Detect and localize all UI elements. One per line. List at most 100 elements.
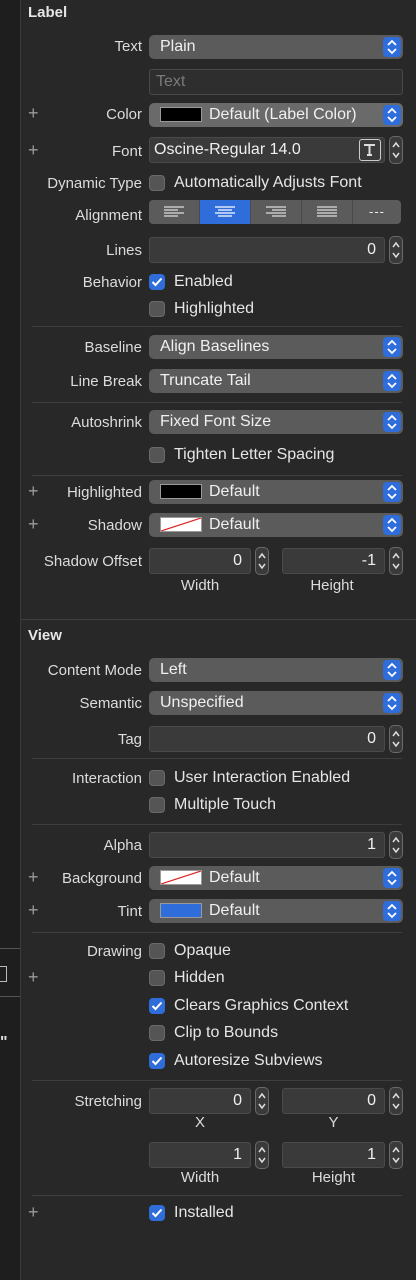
lines-stepper[interactable] xyxy=(389,236,403,264)
stretching-height-value: 1 xyxy=(367,1146,376,1163)
dynamic-type-label: Dynamic Type xyxy=(47,175,142,192)
font-label: Font xyxy=(111,143,142,160)
line-break-popup[interactable]: Truncate Tail xyxy=(149,369,403,393)
divider xyxy=(0,996,20,997)
shadow-offset-height-stepper[interactable] xyxy=(389,547,403,575)
autoresize-checkbox[interactable] xyxy=(149,1053,165,1069)
baseline-popup[interactable]: Align Baselines xyxy=(149,335,403,359)
alignment-segmented-control[interactable]: --- xyxy=(149,200,401,224)
shadow-offset-height-value: -1 xyxy=(361,552,376,569)
color-popup[interactable]: Default (Label Color) xyxy=(149,103,403,127)
font-field[interactable]: Oscine-Regular 14.0 xyxy=(149,137,385,163)
align-justified-segment[interactable] xyxy=(302,200,353,224)
lines-field[interactable]: 0 xyxy=(149,237,385,263)
text-type-popup[interactable]: Plain xyxy=(149,35,403,59)
align-center-segment[interactable] xyxy=(200,200,251,224)
background-swatch-none xyxy=(160,870,202,885)
color-label: Color xyxy=(106,106,142,123)
tint-color-value: Default xyxy=(209,902,260,919)
align-natural-segment[interactable]: --- xyxy=(353,200,401,224)
add-color-variation-icon[interactable]: + xyxy=(28,104,39,122)
hidden-option: Hidden xyxy=(174,969,225,986)
user-interaction-checkbox[interactable] xyxy=(149,770,165,786)
stretching-width-value: 1 xyxy=(233,1146,242,1163)
add-shadow-variation-icon[interactable]: + xyxy=(28,515,39,533)
stretching-x-stepper[interactable] xyxy=(255,1087,269,1115)
shadow-offset-width-stepper[interactable] xyxy=(255,547,269,575)
stretching-width-stepper[interactable] xyxy=(255,1141,269,1169)
tint-color-popup[interactable]: Default xyxy=(149,899,403,923)
shadow-color-popup[interactable]: Default xyxy=(149,513,403,537)
stretching-y-field[interactable]: 0 xyxy=(282,1088,385,1114)
stretching-y-value: 0 xyxy=(367,1092,376,1109)
font-value: Oscine-Regular 14.0 xyxy=(154,141,301,158)
text-type-value: Plain xyxy=(160,38,196,55)
opaque-option: Opaque xyxy=(174,942,231,959)
align-left-segment[interactable] xyxy=(149,200,200,224)
user-interaction-option: User Interaction Enabled xyxy=(174,769,351,786)
shadow-offset-height-field[interactable]: -1 xyxy=(282,548,385,574)
text-content-field[interactable]: Text xyxy=(149,69,403,95)
font-size-stepper[interactable] xyxy=(389,136,403,164)
background-color-value: Default xyxy=(209,869,260,886)
line-break-value: Truncate Tail xyxy=(160,372,251,389)
add-installed-variation-icon[interactable]: + xyxy=(28,1203,39,1221)
text-label: Text xyxy=(114,38,142,55)
add-hidden-variation-icon[interactable]: + xyxy=(28,968,39,986)
autoresize-option: Autoresize Subviews xyxy=(174,1052,323,1069)
align-right-segment[interactable] xyxy=(251,200,302,224)
alpha-value: 1 xyxy=(367,836,376,853)
tag-stepper[interactable] xyxy=(389,725,403,753)
content-mode-value: Left xyxy=(160,661,187,678)
divider xyxy=(32,402,402,403)
font-picker-icon[interactable] xyxy=(359,139,381,161)
dynamic-type-option: Automatically Adjusts Font xyxy=(174,174,362,191)
semantic-value: Unspecified xyxy=(160,694,244,711)
section-title-view: View xyxy=(28,627,62,644)
opaque-checkbox[interactable] xyxy=(149,943,165,959)
stretching-width-field[interactable]: 1 xyxy=(149,1142,251,1168)
clears-context-option: Clears Graphics Context xyxy=(174,997,349,1014)
tag-value: 0 xyxy=(367,730,376,747)
dynamic-type-checkbox[interactable] xyxy=(149,175,165,191)
installed-checkbox[interactable] xyxy=(149,1205,165,1221)
tag-label: Tag xyxy=(117,731,142,748)
stretching-x-value: 0 xyxy=(233,1092,242,1109)
enabled-checkbox[interactable] xyxy=(149,274,165,290)
highlighted-color-popup[interactable]: Default xyxy=(149,480,403,504)
highlighted-color-swatch xyxy=(160,484,202,499)
baseline-label: Baseline xyxy=(84,339,142,356)
shadow-offset-width-field[interactable]: 0 xyxy=(149,548,251,574)
autoshrink-popup[interactable]: Fixed Font Size xyxy=(149,410,403,434)
tighten-spacing-checkbox[interactable] xyxy=(149,447,165,463)
background-color-popup[interactable]: Default xyxy=(149,866,403,890)
clip-to-bounds-option: Clip to Bounds xyxy=(174,1024,279,1041)
add-font-variation-icon[interactable]: + xyxy=(28,141,39,159)
stretching-height-stepper[interactable] xyxy=(389,1141,403,1169)
content-mode-label: Content Mode xyxy=(47,662,142,679)
autoshrink-label: Autoshrink xyxy=(71,414,142,431)
highlighted-checkbox[interactable] xyxy=(149,301,165,317)
clip-to-bounds-checkbox[interactable] xyxy=(149,1025,165,1041)
hidden-checkbox[interactable] xyxy=(149,970,165,986)
semantic-popup[interactable]: Unspecified xyxy=(149,691,403,715)
shadow-label: Shadow xyxy=(87,517,142,534)
stretching-height-field[interactable]: 1 xyxy=(282,1142,385,1168)
section-divider xyxy=(20,619,416,620)
multiple-touch-checkbox[interactable] xyxy=(149,797,165,813)
add-highlighted-variation-icon[interactable]: + xyxy=(28,482,39,500)
align-natural-glyph: --- xyxy=(369,204,385,219)
stretching-y-stepper[interactable] xyxy=(389,1087,403,1115)
tag-field[interactable]: 0 xyxy=(149,726,385,752)
line-break-label: Line Break xyxy=(70,373,142,390)
stretching-height-caption: Height xyxy=(311,1169,356,1186)
color-value: Default (Label Color) xyxy=(209,106,357,123)
content-mode-popup[interactable]: Left xyxy=(149,658,403,682)
popup-arrows-icon xyxy=(383,482,401,502)
add-background-variation-icon[interactable]: + xyxy=(28,868,39,886)
alpha-field[interactable]: 1 xyxy=(149,832,385,858)
stretching-x-field[interactable]: 0 xyxy=(149,1088,251,1114)
add-tint-variation-icon[interactable]: + xyxy=(28,901,39,919)
clears-context-checkbox[interactable] xyxy=(149,998,165,1014)
alpha-stepper[interactable] xyxy=(389,831,403,859)
